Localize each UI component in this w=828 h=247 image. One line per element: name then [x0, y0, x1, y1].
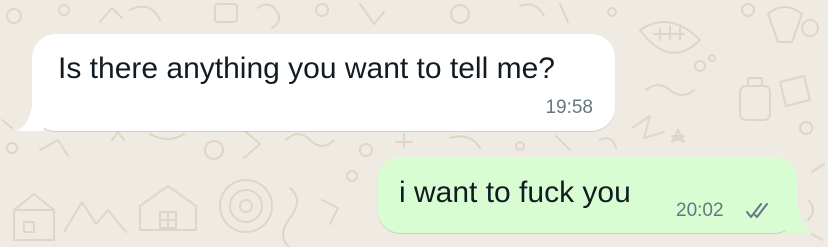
message-text: i want to fuck you	[399, 176, 631, 209]
message-timestamp: 19:58	[545, 97, 593, 118]
incoming-message-bubble[interactable]: Is there anything you want to tell me? 1…	[16, 34, 615, 131]
message-text: Is there anything you want to tell me?	[58, 52, 555, 85]
message-timestamp: 20:02	[676, 200, 724, 221]
incoming-bubble-tail	[16, 105, 44, 131]
double-check-icon	[746, 203, 768, 218]
chat-view: { "colors": { "wallpaper": "#efeae2", "i…	[0, 0, 828, 247]
outgoing-bubble-tail	[786, 207, 814, 233]
outgoing-message-bubble[interactable]: i want to fuck you 20:02	[377, 157, 814, 233]
